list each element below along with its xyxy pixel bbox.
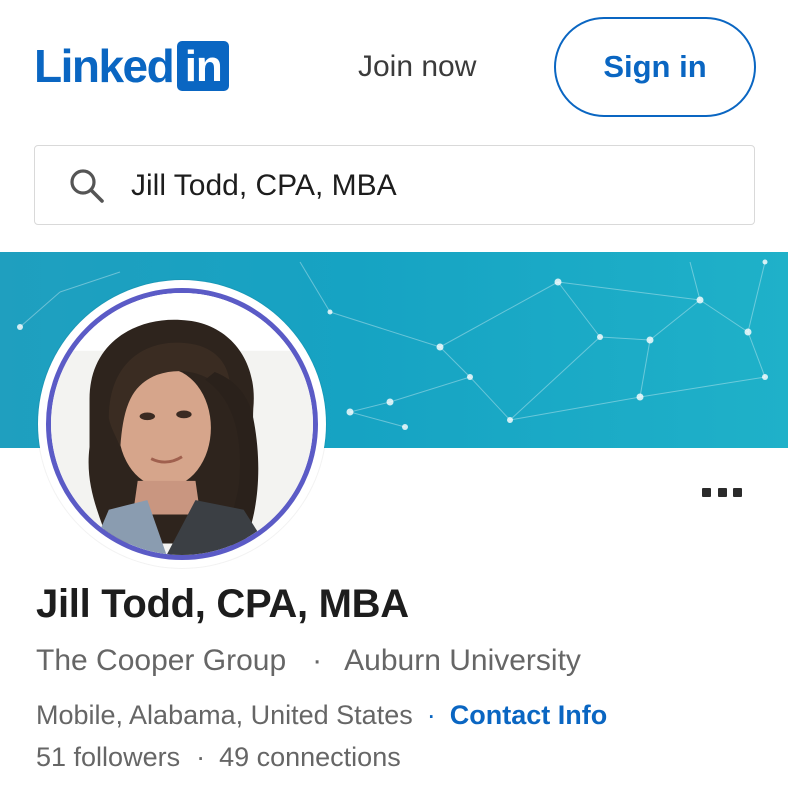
connections-count: 49 connections (219, 742, 401, 772)
contact-info-link[interactable]: Contact Info (450, 700, 607, 730)
followers-count: 51 followers (36, 742, 181, 772)
profile-name: Jill Todd, CPA, MBA (36, 582, 409, 626)
dot (702, 487, 711, 497)
dot (717, 487, 727, 497)
sign-in-button[interactable]: Sign in (554, 17, 756, 117)
separator: · (426, 700, 436, 730)
more-options-icon[interactable] (702, 482, 742, 502)
avatar-portrait (51, 293, 313, 555)
search-input[interactable]: Jill Todd, CPA, MBA (34, 145, 755, 225)
search-icon (70, 169, 104, 203)
top-navigation: Linked in Join now Sign in (0, 0, 788, 135)
join-now-link[interactable]: Join now (358, 48, 476, 86)
separator: · (196, 742, 206, 772)
logo-wordmark: Linked (34, 40, 175, 92)
separator: · (312, 644, 323, 677)
profile-photo[interactable] (38, 280, 326, 568)
network-stats-row: 51 followers · 49 connections (36, 740, 401, 774)
location: Mobile, Alabama, United States (36, 700, 413, 730)
avatar (46, 288, 318, 560)
headline-row: The Cooper Group · Auburn University (36, 642, 581, 680)
linkedin-logo[interactable]: Linked in (34, 40, 230, 92)
location-row: Mobile, Alabama, United States · Contact I… (36, 698, 607, 732)
dot (733, 487, 742, 497)
search-query: Jill Todd, CPA, MBA (131, 169, 397, 202)
logo-in-box: in (177, 41, 230, 91)
education[interactable]: Auburn University (344, 644, 581, 677)
current-company[interactable]: The Cooper Group (36, 644, 286, 677)
